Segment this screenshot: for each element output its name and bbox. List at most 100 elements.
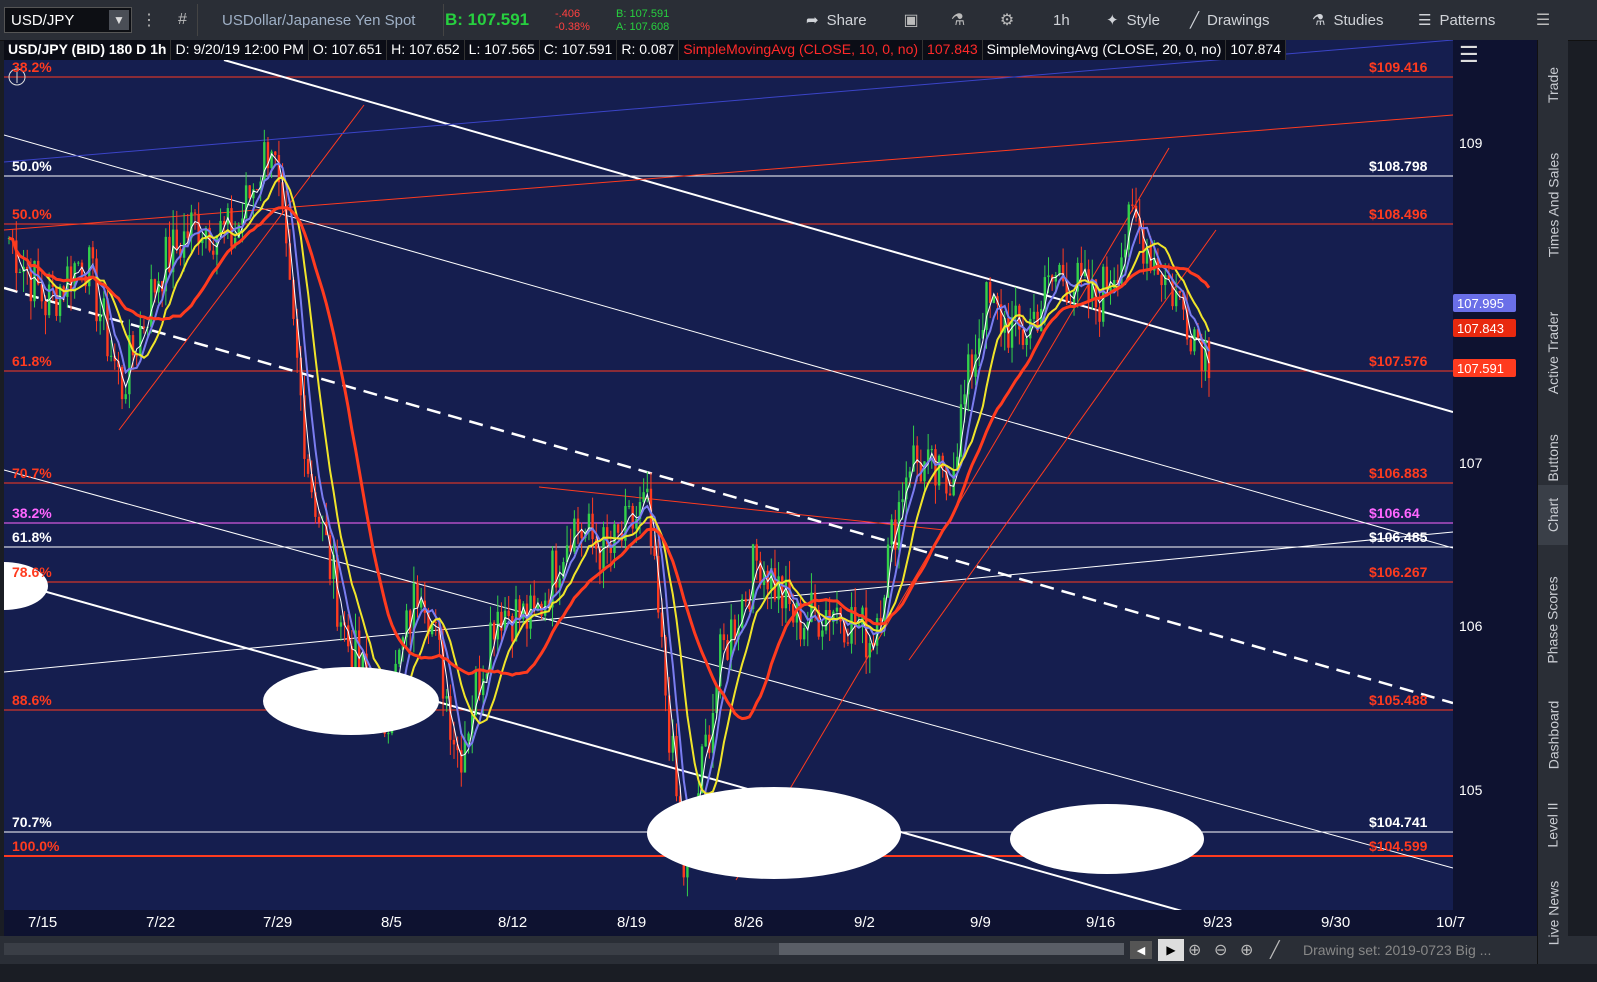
pencil-icon[interactable]: ╱ [1270, 940, 1280, 960]
candle-body [890, 519, 893, 545]
candle-body [653, 546, 656, 556]
style-icon: ✦ [1106, 12, 1119, 29]
fib-level-label: 61.8% [12, 529, 52, 545]
candle-body [1109, 287, 1112, 291]
fib-price-label: $108.496 [1369, 206, 1428, 222]
zoom-in-icon[interactable]: ⊕ [1240, 940, 1253, 960]
candle-body [835, 607, 839, 612]
price-tick: 109 [1459, 135, 1483, 151]
red-trendline-top [4, 114, 1453, 231]
tab-trade[interactable]: Trade [1538, 50, 1568, 120]
menu-icon[interactable]: ☰ [1530, 4, 1556, 36]
fib-level-label: 61.8% [12, 353, 52, 369]
chart-svg [4, 40, 1453, 910]
patterns-button[interactable]: ☰ Patterns [1408, 4, 1505, 36]
price-tick: 107 [1459, 455, 1483, 471]
bottom-bar: ◀ ▶ ⊕ ⊖ ⊕ ╱ Drawing set: 2019-0723 Big .… [0, 936, 1597, 964]
candle-body [44, 301, 47, 316]
candle-body [445, 696, 448, 699]
candle-body [398, 649, 401, 664]
candle-body [963, 394, 966, 405]
camera-icon[interactable]: ▣ [898, 4, 924, 36]
date-tick: 7/22 [146, 914, 176, 931]
crosshair-icon[interactable]: ⊕ [1188, 940, 1201, 960]
date-tick: 7/29 [263, 914, 293, 931]
candle-body [1069, 302, 1072, 304]
fib-level-label: 88.6% [12, 692, 52, 708]
candle-body [1061, 264, 1065, 282]
red-trendline-flat [538, 486, 945, 531]
studies-label: Studies [1333, 11, 1384, 29]
scroll-right-icon[interactable]: ▶ [1158, 939, 1184, 961]
symbol-selector[interactable]: USD/JPY ▼ [4, 7, 132, 33]
zoom-out-icon[interactable]: ⊖ [1214, 940, 1227, 960]
fib-price-label: $108.798 [1369, 158, 1428, 174]
candle-body [419, 600, 423, 608]
candle-body [109, 355, 113, 357]
share-icon: ➦ [806, 12, 819, 29]
candle-body [784, 579, 788, 609]
candle-body [824, 610, 828, 631]
candle-body [77, 262, 80, 264]
candle-body [416, 583, 419, 608]
link-icon[interactable]: ⋮ [136, 4, 162, 36]
candle-body [930, 449, 933, 451]
price-label-blue: 107.995 [1453, 294, 1516, 312]
candle-body [274, 151, 277, 156]
tab-phase-scores[interactable]: Phase Scores [1538, 560, 1568, 680]
highlight-ellipse-3 [1010, 804, 1204, 874]
chevron-down-icon[interactable]: ▼ [109, 10, 129, 30]
patterns-icon: ☰ [1418, 12, 1432, 29]
chart-title: USD/JPY (BID) 180 D 1h [4, 40, 172, 60]
drawings-button[interactable]: ╱ Drawings [1180, 4, 1280, 36]
tab-chart[interactable]: Chart [1538, 485, 1568, 545]
style-button[interactable]: ✦ Style [1096, 4, 1170, 36]
tab-active-trader[interactable]: Active Trader [1538, 290, 1568, 415]
fib-price-label: $109.416 [1369, 59, 1428, 75]
fib-level-label: 50.0% [12, 206, 52, 222]
candle-body [1178, 290, 1182, 294]
candle-body [937, 455, 941, 486]
trendline-mid-upper [4, 134, 1453, 549]
fibonacci-lines [4, 76, 1453, 857]
gear-icon[interactable]: ⚙ [994, 4, 1020, 36]
chart-area[interactable]: 38.2% 50.0% 50.0% 61.8% 70.7% 38.2% 61.8% 78.6%… [4, 40, 1453, 910]
candle-body [306, 458, 310, 474]
candle-body [1098, 307, 1101, 322]
candle-body [1021, 329, 1025, 345]
flask-icon[interactable]: ⚗ [945, 4, 971, 36]
symbol-description: USDollar/Japanese Yen Spot [212, 4, 444, 36]
drawing-set-label[interactable]: Drawing set: 2019-0723 Big ... [1303, 942, 1491, 958]
timeframe-button[interactable]: 1h [1043, 4, 1080, 36]
candle-body [755, 544, 758, 561]
horizontal-scrollbar[interactable] [4, 943, 1124, 955]
hash-icon[interactable]: # [168, 4, 198, 36]
candle-body [1131, 204, 1134, 206]
date-tick: 10/7 [1436, 914, 1466, 931]
date-scale[interactable]: 7/15 7/22 7/29 8/5 8/12 8/19 8/26 9/2 9/… [4, 910, 1537, 936]
bid-small: B: 107.591 [616, 8, 670, 20]
tab-live-news[interactable]: Live News [1538, 868, 1568, 958]
date-tick: 9/23 [1203, 914, 1233, 931]
scale-settings-icon[interactable]: ☰ [1459, 42, 1479, 68]
top-toolbar: USD/JPY ▼ ⋮ # USDollar/Japanese Yen Spot… [0, 0, 1597, 41]
candle-body [387, 733, 390, 735]
tab-times-and-sales[interactable]: Times And Sales [1538, 125, 1568, 285]
tab-dashboard[interactable]: Dashboard [1538, 680, 1568, 790]
ask-small: A: 107.608 [616, 21, 670, 33]
candle-body [467, 733, 470, 741]
price-scale[interactable]: ☰ 109 107 106 105 107.995 107.843 107.59… [1453, 40, 1537, 910]
scroll-left-icon[interactable]: ◀ [1130, 941, 1152, 959]
studies-button[interactable]: ⚗ Studies [1302, 4, 1394, 36]
date-tick: 7/15 [28, 914, 58, 931]
scrollbar-thumb[interactable] [779, 943, 1124, 955]
candle-body [29, 269, 33, 302]
fib-level-label: 50.0% [12, 158, 52, 174]
tab-level-ii[interactable]: Level II [1538, 785, 1568, 865]
fib-level-label: 100.0% [12, 838, 60, 854]
candle-body [722, 634, 726, 641]
share-button[interactable]: ➦ Share [796, 4, 877, 36]
candle-body [212, 250, 215, 255]
percent-change: -0.38% [555, 21, 590, 33]
candle-body [864, 607, 868, 658]
